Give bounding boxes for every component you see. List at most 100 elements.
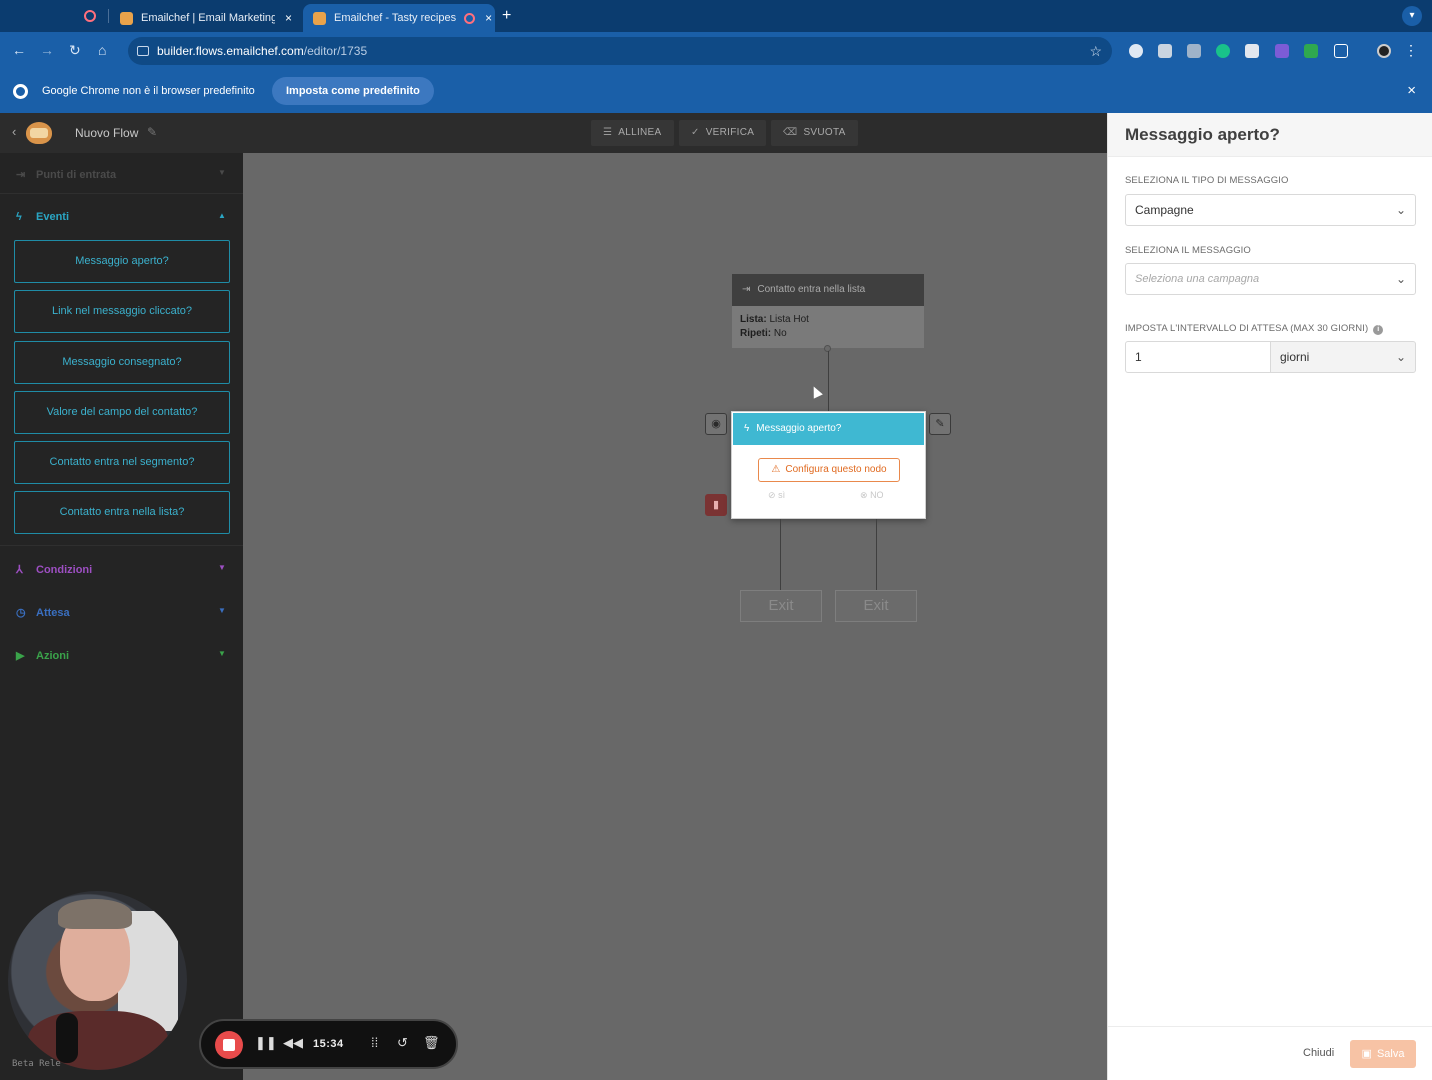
chrome-logo-icon <box>13 84 28 99</box>
trash-icon[interactable]: 🗑 <box>423 1035 440 1051</box>
intervallo-unit-select[interactable]: giorni ⌄ <box>1270 341 1416 373</box>
emailchef-favicon-icon <box>313 11 326 25</box>
tipo-messaggio-value: Campagne <box>1135 203 1194 217</box>
tipo-messaggio-select[interactable]: Campagne ⌄ <box>1125 194 1416 226</box>
branch-icon: ⅄ <box>16 564 23 576</box>
bookmark-star-icon[interactable]: ☆ <box>1089 37 1102 65</box>
profile-avatar-icon[interactable] <box>1377 44 1391 58</box>
back-chevron-icon[interactable]: ‹ <box>12 124 16 139</box>
info-icon[interactable]: i <box>1373 325 1384 335</box>
entry-node[interactable]: ⇥ Contatto entra nella lista Lista: Lista… <box>732 274 924 348</box>
entry-node-body: Lista: Lista Hot Ripeti: No <box>732 306 924 348</box>
back-arrow-icon[interactable]: ← <box>12 42 26 58</box>
verifica-button[interactable]: ✓ VERIFICA <box>679 120 767 146</box>
password-manager-extension-icon[interactable] <box>1129 44 1143 58</box>
svuota-button[interactable]: ⌫ SVUOTA <box>771 120 858 146</box>
section-condizioni[interactable]: ⅄ Condizioni ▼ <box>16 563 228 576</box>
branch-no-label: NO <box>870 490 884 500</box>
stop-recording-button[interactable] <box>215 1031 243 1059</box>
event-item-valore-campo[interactable]: Valore del campo del contatto? <box>14 391 230 434</box>
chevron-down-icon: ⌄ <box>1395 272 1406 286</box>
recording-controls: ❚❚ ◀◀ 15:34 ⁞⁞ ↺ 🗑 <box>199 1019 458 1069</box>
x-circle-icon: ⊗ <box>860 490 868 500</box>
extensions-puzzle-icon[interactable] <box>1334 44 1348 58</box>
section-eventi[interactable]: ϟ Eventi ▲ <box>16 211 228 223</box>
home-icon[interactable]: ⌂ <box>98 42 106 58</box>
browser-tab-emailchef-marketing[interactable]: Emailchef | Email Marketing A × <box>110 4 302 32</box>
allinea-button[interactable]: ☰ ALLINEA <box>591 120 674 146</box>
edit-node-icon[interactable]: ✎ <box>929 413 951 435</box>
tab-close-icon[interactable]: × <box>485 11 492 25</box>
pause-icon[interactable]: ❚❚ <box>255 1035 277 1051</box>
url-host: builder.flows.emailchef.com <box>157 44 304 58</box>
entry-icon: ⇥ <box>742 284 751 295</box>
tab-title: Emailchef | Email Marketing A <box>141 12 275 24</box>
lista-value: Lista Hot <box>769 314 809 325</box>
webcam-microphone <box>56 1013 78 1063</box>
extension-with-badge-icon[interactable] <box>1275 44 1289 58</box>
code-extension-icon[interactable] <box>1187 44 1201 58</box>
edit-pencil-icon[interactable]: ✎ <box>147 125 157 139</box>
messaggio-placeholder: Seleziona una campagna <box>1135 273 1260 285</box>
grid-icon[interactable]: ⁞⁞ <box>371 1035 378 1050</box>
event-item-messaggio-consegnato[interactable]: Messaggio consegnato? <box>14 341 230 384</box>
play-icon: ▶ <box>16 650 25 662</box>
event-item-entra-lista[interactable]: Contatto entra nella lista? <box>14 491 230 534</box>
infobar-message: Google Chrome non è il browser predefini… <box>42 85 255 97</box>
connector-line <box>828 351 829 411</box>
section-label: Condizioni <box>36 564 93 576</box>
intervallo-input[interactable]: 1 <box>1125 341 1271 373</box>
site-info-icon[interactable] <box>137 46 149 56</box>
browser-tab-strip: Emailchef | Email Marketing A × Emailche… <box>0 0 1432 32</box>
delete-trash-icon[interactable]: ▮ <box>705 494 727 516</box>
clock-icon: ◷ <box>16 607 26 619</box>
eraser-icon: ⌫ <box>783 127 798 138</box>
emailchef-logo[interactable] <box>26 122 52 144</box>
address-bar[interactable]: builder.flows.emailchef.com/editor/1735 … <box>128 37 1112 65</box>
pinned-tab-recording-icon[interactable] <box>84 10 96 22</box>
infobar-close-icon[interactable]: × <box>1407 82 1416 99</box>
event-item-link-cliccato[interactable]: Link nel messaggio cliccato? <box>14 290 230 333</box>
panel-title: Messaggio aperto? <box>1108 113 1432 157</box>
restart-icon[interactable]: ↺ <box>397 1035 408 1051</box>
salva-button[interactable]: ▣ Salva <box>1350 1040 1416 1068</box>
messaggio-label: SELEZIONA IL MESSAGGIO <box>1125 245 1251 256</box>
forward-arrow-icon[interactable]: → <box>40 42 54 58</box>
branch-no: ⊗ NO <box>860 490 884 501</box>
messaggio-select[interactable]: Seleziona una campagna ⌄ <box>1125 263 1416 295</box>
browser-tab-emailchef-tasty-recipes[interactable]: Emailchef - Tasty recipes × <box>303 4 495 32</box>
grammarly-extension-icon[interactable] <box>1216 44 1230 58</box>
svuota-label: SVUOTA <box>803 127 846 138</box>
preview-eye-icon[interactable]: ◉ <box>705 413 727 435</box>
align-icon: ☰ <box>603 127 613 138</box>
section-punti-di-entrata[interactable]: ⇥ Punti di entrata ▼ <box>16 168 228 181</box>
exit-node-yes[interactable]: Exit <box>740 590 822 622</box>
browser-menu-icon[interactable]: ⋮ <box>1404 42 1418 59</box>
section-azioni[interactable]: ▶ Azioni ▼ <box>16 649 228 662</box>
flow-canvas[interactable]: ⇥ Contatto entra nella lista Lista: Lista… <box>243 153 1107 1080</box>
tab-close-icon[interactable]: × <box>285 11 292 25</box>
check-icon: ✓ <box>691 127 700 138</box>
rewind-icon[interactable]: ◀◀ <box>283 1035 303 1051</box>
event-item-messaggio-aperto[interactable]: Messaggio aperto? <box>14 240 230 283</box>
section-attesa[interactable]: ◷ Attesa ▼ <box>16 606 228 619</box>
window-extension-icon[interactable] <box>1245 44 1259 58</box>
flow-name[interactable]: Nuovo Flow <box>75 126 138 140</box>
event-node-messaggio-aperto[interactable]: ϟ Messaggio aperto? ⚠ Configura questo nod… <box>731 411 926 519</box>
exit-node-no[interactable]: Exit <box>835 590 917 622</box>
tab-search-chevron-icon[interactable]: ▾ <box>1402 6 1422 26</box>
new-tab-button[interactable]: + <box>502 7 511 25</box>
reload-icon[interactable]: ↻ <box>69 42 81 59</box>
recording-indicator-icon <box>464 12 476 24</box>
chiudi-button[interactable]: Chiudi <box>1303 1047 1334 1059</box>
beta-release-text: Beta Rele <box>12 1059 61 1069</box>
lista-label: Lista: <box>740 314 767 325</box>
green-extension-icon[interactable] <box>1304 44 1318 58</box>
set-default-button[interactable]: Imposta come predefinito <box>272 77 434 105</box>
configure-node-button[interactable]: ⚠ Configura questo nodo <box>758 458 900 482</box>
tab-title: Emailchef - Tasty recipes <box>334 12 457 24</box>
emailchef-favicon-icon <box>120 11 133 25</box>
chevron-down-icon: ▼ <box>218 606 226 615</box>
event-item-entra-segmento[interactable]: Contatto entra nel segmento? <box>14 441 230 484</box>
camera-extension-icon[interactable] <box>1158 44 1172 58</box>
